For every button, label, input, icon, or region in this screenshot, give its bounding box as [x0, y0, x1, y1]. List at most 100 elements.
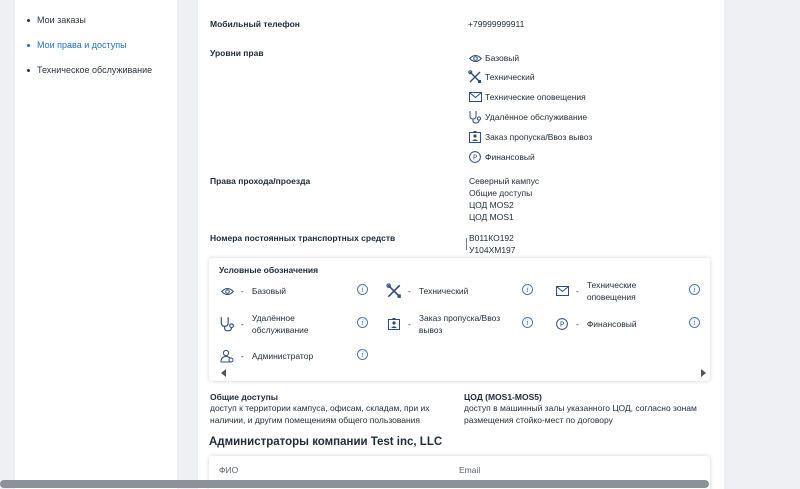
right-item-label: Финансовый — [485, 152, 535, 162]
stethoscope-icon — [219, 316, 235, 332]
phone-value: +79999999911 — [468, 19, 525, 29]
legend-label: Технический — [418, 286, 469, 296]
legend-card: Условные обозначения - Базовый i - Техни… — [209, 258, 710, 381]
info-icon[interactable]: i — [357, 317, 368, 328]
eye-icon — [468, 51, 482, 65]
dash: - — [408, 286, 411, 296]
legend-label-line: вывоз — [418, 325, 443, 335]
legend-label: Удалённое обслуживание — [252, 312, 309, 336]
pass-icon — [386, 316, 402, 332]
svg-text:Р: Р — [560, 321, 564, 329]
note-title: ЦОД (MOS1-MOS5) — [464, 392, 542, 402]
bullet — [27, 68, 30, 72]
legend-item-pass: - Заказ пропуска/Ввоз вывоз — [386, 312, 500, 336]
sidebar-item-label: Мои права и доступы — [37, 40, 127, 50]
right-item-label: Технические оповещения — [485, 92, 586, 102]
right-item-basic: Базовый — [468, 51, 519, 65]
right-item-label: Заказ пропуска/Ввоз вывоз — [485, 132, 593, 142]
dash: - — [241, 319, 244, 329]
main-content: Мобильный телефон +79999999911 Уровни пр… — [198, 0, 724, 489]
legend-label: Технические оповещения — [587, 279, 637, 303]
legend-item-basic: - Базовый — [219, 283, 286, 299]
eye-icon — [219, 283, 235, 299]
svg-text:Р: Р — [473, 154, 477, 162]
dash: - — [241, 286, 244, 296]
info-icon[interactable]: i — [522, 317, 533, 328]
legend-label: Финансовый — [586, 319, 637, 329]
legend-item-notifications: - Технические оповещения — [554, 279, 636, 303]
access-item: Общие доступы — [469, 188, 533, 198]
tools-icon — [468, 70, 482, 84]
legend-label: Заказ пропуска/Ввоз вывоз — [419, 312, 500, 336]
note-line: доступ в машинный залы указанного ЦОД, с… — [464, 403, 697, 413]
note-line: размещения стойко-мест по договору — [464, 415, 613, 425]
vehicle-number: В011КО192 — [469, 233, 514, 243]
dash: - — [408, 319, 411, 329]
scroll-right-arrow[interactable] — [701, 369, 706, 377]
legend-label-line: оповещения — [586, 292, 636, 302]
vehicles-label: Номера постоянных транспортных средств — [210, 233, 396, 243]
column-header-email: Email — [459, 465, 481, 475]
vehicle-number: У104ХМ197 — [469, 245, 516, 255]
legend-item-remote: - Удалённое обслуживание — [219, 312, 309, 336]
sidebar-item-maintenance[interactable]: Техническое обслуживание — [27, 65, 152, 75]
sidebar-item-label: Мои заказы — [37, 15, 86, 25]
note-title: Общие доступы — [210, 392, 279, 402]
info-icon[interactable]: i — [357, 349, 368, 360]
legend-label-line: Заказ пропуска/Ввоз — [418, 313, 501, 323]
legend-title: Условные обозначения — [219, 265, 319, 275]
sidebar: Мои заказы Мои права и доступы Техническ… — [15, 0, 177, 489]
rights-label: Уровни прав — [210, 48, 264, 58]
dash: - — [241, 351, 244, 361]
bullet — [27, 18, 30, 22]
note-text: доступ к территории кампуса, офисам, скл… — [210, 402, 429, 426]
scroll-left-arrow[interactable] — [221, 369, 226, 377]
info-icon[interactable]: i — [689, 284, 700, 295]
pass-icon — [468, 130, 482, 144]
envelope-icon — [554, 283, 570, 299]
right-item-technical: Технический — [468, 70, 535, 84]
finance-icon: Р — [554, 316, 570, 332]
info-icon[interactable]: i — [522, 284, 533, 295]
tools-icon — [386, 283, 402, 299]
info-icon[interactable]: i — [689, 317, 700, 328]
access-label: Права прохода/проезда — [210, 176, 311, 186]
legend-label: Базовый — [251, 286, 286, 296]
horizontal-scrollbar[interactable] — [0, 480, 709, 488]
right-item-finance: Р Финансовый — [468, 150, 535, 164]
sidebar-item-label: Техническое обслуживание — [37, 65, 153, 75]
right-item-notifications: Технические оповещения — [468, 90, 586, 104]
sidebar-item-orders[interactable]: Мои заказы — [27, 15, 86, 25]
admin-icon — [219, 348, 235, 364]
note-line: наличии, и другим помещениям общего поль… — [210, 415, 421, 425]
admins-title: Администраторы компании Test inc, LLC — [209, 436, 443, 448]
dash: - — [576, 319, 579, 329]
right-item-label: Удалённое обслуживание — [485, 112, 588, 122]
access-item: Северный кампус — [469, 176, 540, 186]
legend-label: Администратор — [251, 351, 314, 361]
access-item: ЦОД MOS1 — [469, 212, 514, 222]
legend-item-admin: - Администратор — [219, 348, 313, 364]
right-item-pass: Заказ пропуска/Ввоз вывоз — [468, 130, 592, 144]
bullet — [27, 43, 30, 47]
column-header-name: ФИО — [219, 465, 239, 475]
right-item-remote: Удалённое обслуживание — [468, 110, 587, 124]
sidebar-item-rights[interactable]: Мои права и доступы — [27, 40, 127, 50]
note-text: доступ в машинный залы указанного ЦОД, с… — [464, 402, 697, 426]
envelope-icon — [468, 90, 482, 104]
finance-icon: Р — [468, 150, 482, 164]
info-icon[interactable]: i — [357, 284, 368, 295]
right-item-label: Базовый — [485, 53, 520, 63]
text-cursor — [466, 238, 467, 250]
legend-label-line: обслуживание — [251, 325, 309, 335]
legend-item-technical: - Технический — [386, 283, 468, 299]
stethoscope-icon — [468, 110, 482, 124]
note-line: доступ к территории кампуса, офисам, скл… — [210, 403, 430, 413]
right-item-label: Технический — [485, 72, 535, 82]
access-item: ЦОД MOS2 — [469, 200, 514, 210]
legend-label-line: Технические — [586, 280, 637, 290]
dash: - — [576, 286, 579, 296]
phone-label: Мобильный телефон — [210, 19, 300, 29]
legend-item-finance: Р - Финансовый — [554, 316, 637, 332]
legend-label-line: Удалённое — [251, 313, 295, 323]
